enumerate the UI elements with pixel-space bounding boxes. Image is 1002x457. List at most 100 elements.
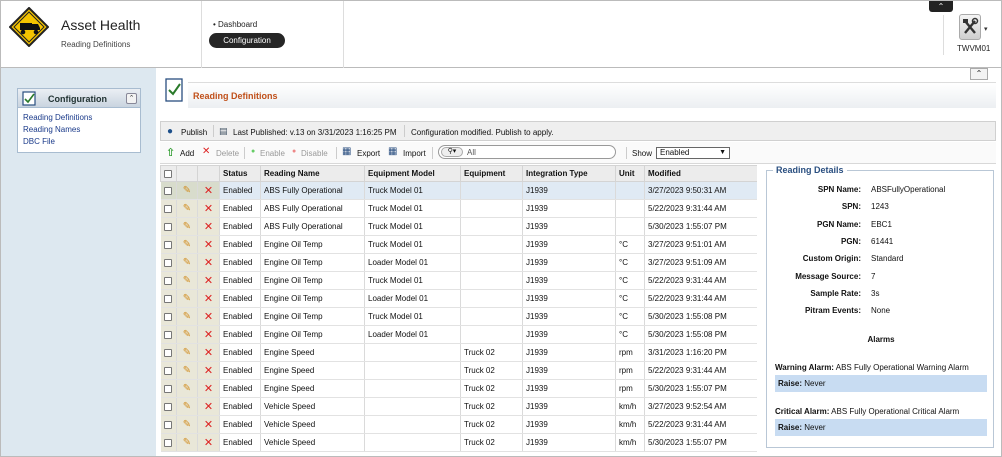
column-header-integration-type[interactable]: Integration Type <box>522 165 616 182</box>
column-header-reading-name[interactable]: Reading Name <box>260 165 365 182</box>
table-row[interactable]: ✎ ✕ Enabled Engine Oil Temp Loader Model 01 J… <box>160 253 757 272</box>
table-row[interactable]: ✎ ✕ Enabled Engine Oil Temp Truck Model 01 J1… <box>160 271 757 290</box>
row-checkbox[interactable] <box>160 307 177 326</box>
export-button[interactable]: Export <box>357 149 380 158</box>
edit-pencil-icon[interactable]: ✎ <box>176 433 198 452</box>
globe-icon[interactable]: ● <box>167 126 173 137</box>
edit-pencil-icon[interactable]: ✎ <box>176 181 198 200</box>
delete-x-icon[interactable]: ✕ <box>197 253 220 272</box>
delete-x-icon[interactable]: ✕ <box>197 415 220 434</box>
delete-x-icon[interactable]: ✕ <box>197 217 220 236</box>
row-checkbox[interactable] <box>160 289 177 308</box>
edit-pencil-icon[interactable]: ✎ <box>176 307 198 326</box>
table-row[interactable]: ✎ ✕ Enabled Engine Oil Temp Loader Model 01 J… <box>160 325 757 344</box>
row-checkbox[interactable] <box>160 217 177 236</box>
delete-x-icon[interactable]: ✕ <box>197 361 220 380</box>
user-menu-caret-icon[interactable]: ▾ <box>984 25 988 33</box>
nav-configuration-button[interactable]: Configuration <box>209 33 285 48</box>
column-header-equipment-model[interactable]: Equipment Model <box>364 165 461 182</box>
cell-unit: km/h <box>615 433 645 452</box>
edit-pencil-icon[interactable]: ✎ <box>176 289 198 308</box>
enable-button[interactable]: Enable <box>260 149 285 158</box>
add-button[interactable]: Add <box>180 149 194 158</box>
table-row[interactable]: ✎ ✕ Enabled Vehicle Speed Truck 02 J1939 km/h 3… <box>160 397 757 416</box>
table-row[interactable]: ✎ ✕ Enabled Vehicle Speed Truck 02 J1939 km/h 5… <box>160 415 757 434</box>
column-header-modified[interactable]: Modified <box>644 165 757 182</box>
add-icon[interactable]: ⇧ <box>166 146 175 159</box>
delete-x-icon[interactable]: ✕ <box>197 235 220 254</box>
export-icon[interactable]: ▦ <box>342 146 351 157</box>
publish-button[interactable]: Publish <box>181 128 207 137</box>
cell-equipment <box>460 235 523 254</box>
row-checkbox[interactable] <box>160 253 177 272</box>
table-row[interactable]: ✎ ✕ Enabled ABS Fully Operational Truck Mode… <box>160 199 757 218</box>
row-checkbox[interactable] <box>160 343 177 362</box>
row-checkbox[interactable] <box>160 433 177 452</box>
import-icon[interactable]: ▦ <box>388 146 397 157</box>
import-button[interactable]: Import <box>403 149 426 158</box>
cell-unit: rpm <box>615 379 645 398</box>
edit-pencil-icon[interactable]: ✎ <box>176 325 198 344</box>
edit-pencil-icon[interactable]: ✎ <box>176 253 198 272</box>
sidebar-link-reading-names[interactable]: Reading Names <box>23 125 80 134</box>
edit-pencil-icon[interactable]: ✎ <box>176 343 198 362</box>
table-row[interactable]: ✎ ✕ Enabled Engine Oil Temp Truck Model 01 J1… <box>160 307 757 326</box>
delete-x-icon[interactable]: ✕ <box>197 397 220 416</box>
delete-x-icon[interactable]: ✕ <box>197 289 220 308</box>
delete-x-icon[interactable]: ✕ <box>197 181 220 200</box>
row-checkbox[interactable] <box>160 199 177 218</box>
delete-icon[interactable]: ✕ <box>202 146 210 157</box>
row-checkbox[interactable] <box>160 397 177 416</box>
panel-collapse-button[interactable]: ⌃ <box>126 93 137 104</box>
edit-pencil-icon[interactable]: ✎ <box>176 397 198 416</box>
delete-x-icon[interactable]: ✕ <box>197 379 220 398</box>
table-row[interactable]: ✎ ✕ Enabled Engine Speed Truck 02 J1939 rpm 5/3… <box>160 379 757 398</box>
edit-pencil-icon[interactable]: ✎ <box>176 235 198 254</box>
select-all-checkbox[interactable] <box>160 165 177 182</box>
delete-x-icon[interactable]: ✕ <box>197 343 220 362</box>
row-checkbox[interactable] <box>160 379 177 398</box>
header-collapse-button[interactable]: ⌃ <box>929 1 953 12</box>
delete-x-icon[interactable]: ✕ <box>197 307 220 326</box>
column-header-equipment[interactable]: Equipment <box>460 165 523 182</box>
table-row[interactable]: ✎ ✕ Enabled ABS Fully Operational Truck Mode… <box>160 217 757 236</box>
edit-pencil-icon[interactable]: ✎ <box>176 199 198 218</box>
search-filter-dropdown-icon[interactable]: ⚲▾ <box>441 147 463 157</box>
table-row[interactable]: ✎ ✕ Enabled Engine Oil Temp Loader Model 01 J… <box>160 289 757 308</box>
delete-button[interactable]: Delete <box>216 149 239 158</box>
sidebar-link-dbc-file[interactable]: DBC File <box>23 137 55 146</box>
edit-pencil-icon[interactable]: ✎ <box>176 361 198 380</box>
table-row[interactable]: ✎ ✕ Enabled ABS Fully Operational Truck Mode… <box>160 181 757 200</box>
row-checkbox[interactable] <box>160 181 177 200</box>
table-row[interactable]: ✎ ✕ Enabled Vehicle Speed Truck 02 J1939 km/h 5… <box>160 433 757 452</box>
row-checkbox[interactable] <box>160 325 177 344</box>
table-row[interactable]: ✎ ✕ Enabled Engine Speed Truck 02 J1939 rpm 3/3… <box>160 343 757 362</box>
user-tools-icon[interactable] <box>959 14 981 40</box>
table-row[interactable]: ✎ ✕ Enabled Engine Oil Temp Truck Model 01 J1… <box>160 235 757 254</box>
disable-button[interactable]: Disable <box>301 149 328 158</box>
row-checkbox[interactable] <box>160 271 177 290</box>
table-row[interactable]: ✎ ✕ Enabled Engine Speed Truck 02 J1939 rpm 5/2… <box>160 361 757 380</box>
disable-icon[interactable]: ● <box>292 148 296 155</box>
cell-status: Enabled <box>219 307 261 326</box>
sidebar-link-reading-definitions[interactable]: Reading Definitions <box>23 113 92 122</box>
delete-x-icon[interactable]: ✕ <box>197 199 220 218</box>
edit-pencil-icon[interactable]: ✎ <box>176 217 198 236</box>
column-header-status[interactable]: Status <box>219 165 261 182</box>
edit-pencil-icon[interactable]: ✎ <box>176 379 198 398</box>
delete-x-icon[interactable]: ✕ <box>197 433 220 452</box>
enable-icon[interactable]: ● <box>251 148 255 155</box>
search-input[interactable] <box>467 147 612 157</box>
edit-pencil-icon[interactable]: ✎ <box>176 415 198 434</box>
configuration-panel-header[interactable]: Configuration ⌃ <box>18 89 140 108</box>
row-checkbox[interactable] <box>160 361 177 380</box>
edit-pencil-icon[interactable]: ✎ <box>176 271 198 290</box>
cell-reading-name: ABS Fully Operational <box>260 181 365 200</box>
nav-dashboard-link[interactable]: • Dashboard <box>213 20 257 29</box>
delete-x-icon[interactable]: ✕ <box>197 325 220 344</box>
row-checkbox[interactable] <box>160 415 177 434</box>
column-header-unit[interactable]: Unit <box>615 165 645 182</box>
row-checkbox[interactable] <box>160 235 177 254</box>
delete-x-icon[interactable]: ✕ <box>197 271 220 290</box>
show-filter-select[interactable]: Enabled ▼ <box>656 147 730 159</box>
